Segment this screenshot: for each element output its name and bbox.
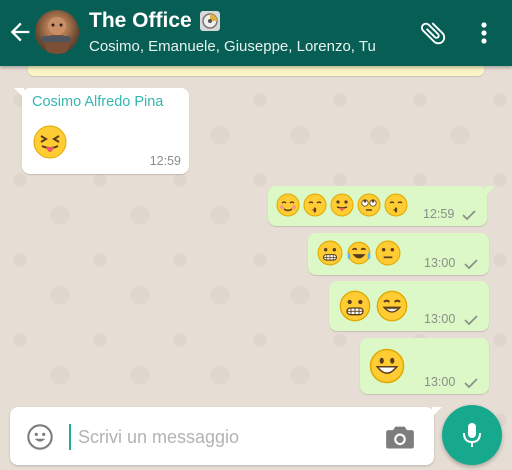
microphone-icon [463, 423, 481, 447]
rolling-eyes-emoji-icon [357, 193, 381, 217]
chat-title[interactable]: The Office [89, 9, 192, 33]
sent-check-icon [462, 210, 476, 221]
tongue-squint-emoji-icon [33, 125, 67, 159]
grimace-emoji-icon [317, 240, 343, 266]
message-composer [10, 407, 442, 465]
tears-of-joy-emoji-icon [347, 241, 371, 265]
paperclip-icon[interactable] [418, 18, 448, 48]
sender-name[interactable]: Cosimo Alfredo Pina [32, 94, 163, 110]
message-bubble-outgoing[interactable]: 13:00 [360, 338, 489, 394]
voice-message-button[interactable] [442, 405, 502, 465]
grimace-emoji-icon [339, 290, 371, 322]
message-time: 12:59 [149, 154, 181, 168]
message-bubble-incoming[interactable]: Cosimo Alfredo Pina 12:59 [14, 88, 189, 174]
message-bubble-outgoing[interactable]: 13:00 [308, 233, 489, 275]
grin-emoji-icon [369, 348, 405, 384]
group-avatar[interactable] [35, 10, 79, 54]
relieved-emoji-icon [276, 193, 300, 217]
grin-emoji-icon [376, 290, 408, 322]
message-time: 13:00 [424, 256, 456, 270]
message-bubble-outgoing[interactable]: 13:00 [329, 281, 489, 331]
kissing-emoji-icon [384, 193, 408, 217]
message-time: 12:59 [423, 207, 455, 221]
kissing-emoji-icon [303, 193, 327, 217]
more-vertical-icon[interactable] [474, 18, 494, 48]
message-bubble-outgoing[interactable]: 12:59 [268, 186, 495, 226]
sent-check-icon [464, 315, 478, 326]
message-time: 13:00 [424, 312, 456, 326]
text-cursor [69, 424, 71, 450]
message-input[interactable] [68, 423, 378, 451]
chat-header: The Office Cosimo, Emanuele, Giuseppe, L… [0, 0, 512, 66]
sent-check-icon [464, 259, 478, 270]
camera-icon[interactable] [385, 423, 415, 451]
message-time: 13:00 [424, 375, 456, 389]
tongue-emoji-icon [330, 193, 354, 217]
smiley-icon[interactable] [26, 423, 54, 451]
back-arrow-icon[interactable] [6, 18, 34, 46]
composer-tail [432, 407, 442, 417]
neutral-emoji-icon [375, 240, 401, 266]
sent-check-icon [464, 378, 478, 389]
disc-icon [199, 11, 220, 31]
bubble-tail [485, 186, 495, 196]
chat-participants[interactable]: Cosimo, Emanuele, Giuseppe, Lorenzo, Tu [89, 38, 376, 55]
bubble-tail [14, 88, 24, 98]
